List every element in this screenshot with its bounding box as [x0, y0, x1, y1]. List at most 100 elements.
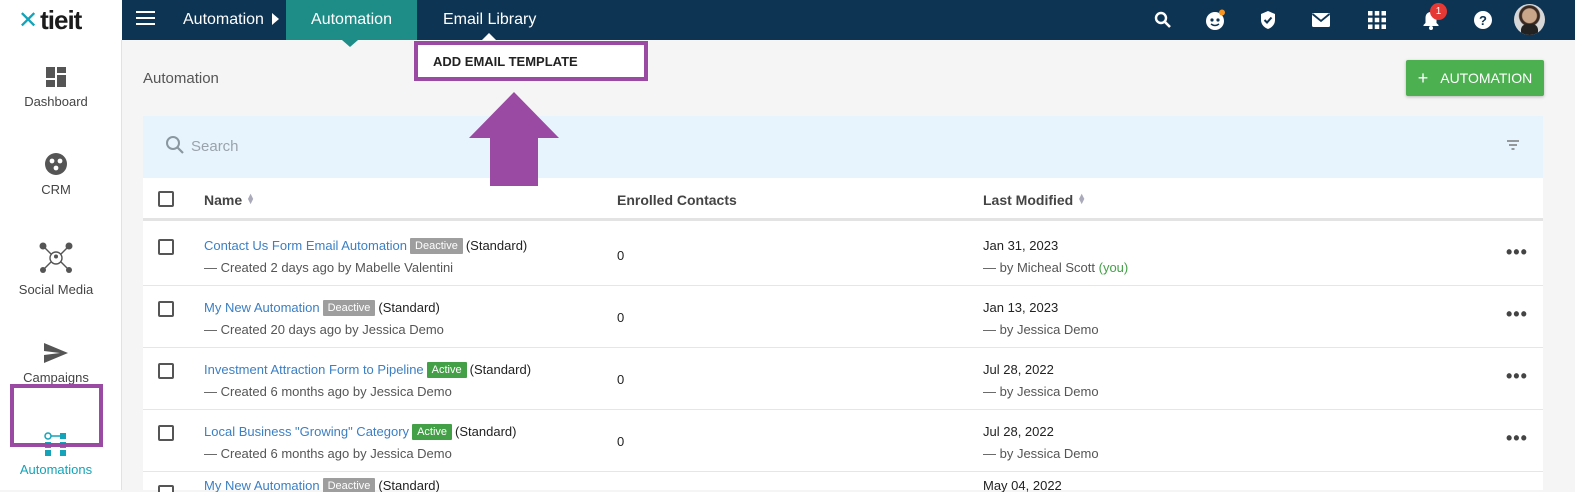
sidebar-item-social-media[interactable]: Social Media [0, 240, 112, 297]
automation-name: Local Business "Growing" Category Active(… [204, 424, 516, 440]
you-label: (you) [1098, 260, 1129, 275]
more-options-icon[interactable]: ••• [1506, 242, 1528, 263]
enrolled-count: 0 [617, 310, 625, 325]
sidebar-item-campaigns[interactable]: Campaigns [0, 342, 112, 385]
row-checkbox[interactable] [158, 239, 174, 255]
add-automation-button[interactable]: + AUTOMATION [1406, 60, 1544, 96]
table-row: Contact Us Form Email Automation Deactive… [143, 224, 1543, 286]
enrolled-count: 0 [617, 372, 625, 387]
column-header-name-label: Name [204, 192, 243, 208]
more-options-icon[interactable]: ••• [1506, 304, 1528, 325]
breadcrumb-arrow-icon [272, 13, 279, 25]
more-options-icon[interactable]: ••• [1506, 366, 1528, 387]
table-header: Name ▲ ▼ Enrolled Contacts Last Modified ▲ ▼ [143, 178, 1543, 221]
page-title: Automation [143, 70, 219, 87]
automation-table: Name ▲ ▼ Enrolled Contacts Last Modified ▲ ▼… [143, 178, 1543, 492]
assistant-icon[interactable] [1203, 8, 1227, 32]
tab-email-library[interactable]: Email Library [443, 11, 536, 29]
row-checkbox[interactable] [158, 363, 174, 379]
status-badge: Deactive [322, 300, 376, 316]
table-row: My New Automation Deactive (Standard) — Cr… [143, 286, 1543, 348]
tab-automation[interactable]: Automation [286, 0, 417, 47]
status-badge: Deactive [410, 238, 463, 254]
dropdown-caret-icon [482, 33, 496, 40]
last-modified-date: Jan 13, 2023 [983, 300, 1059, 315]
menu-icon[interactable] [136, 11, 155, 29]
modified-by: — by Jessica Demo [983, 384, 1099, 399]
automation-name: Investment Attraction Form to Pipeline Ac… [204, 362, 531, 378]
top-navigation-bar: ✕ tieit Automation Automation Email Libr… [0, 0, 1575, 47]
automation-name: My New Automation Deactive (Standard) [204, 300, 440, 316]
filter-icon[interactable] [1507, 140, 1519, 150]
annotation-arrow-icon [469, 92, 559, 186]
more-options-icon[interactable]: ••• [1506, 428, 1528, 449]
modified-by: — by Micheal Scott (you) [983, 260, 1128, 275]
automation-type: (Standard) [455, 424, 517, 439]
table-row: My New Automation Deactive (Standard) May … [143, 472, 1543, 492]
mail-icon[interactable] [1309, 8, 1333, 32]
sort-icon: ▲ ▼ [246, 191, 256, 206]
created-info: — Created 6 months ago by Jessica Demo [204, 446, 452, 461]
sidebar-item-crm[interactable]: CRM [0, 152, 112, 197]
created-info: — Created 20 days ago by Jessica Demo [204, 322, 444, 337]
modified-by: — by Jessica Demo [983, 322, 1099, 337]
add-automation-button-label: AUTOMATION [1440, 70, 1533, 86]
sidebar-item-label: Dashboard [24, 94, 88, 109]
shield-icon[interactable] [1256, 8, 1280, 32]
automation-type: (Standard) [378, 300, 440, 315]
status-badge: Active [426, 362, 467, 378]
svg-text:?: ? [1479, 13, 1487, 28]
sidebar-item-label: CRM [41, 182, 71, 197]
social-media-icon [39, 242, 73, 273]
table-row: Local Business "Growing" Category Active(… [143, 410, 1543, 472]
row-checkbox[interactable] [158, 485, 174, 492]
add-email-template-menu-item[interactable]: ADD EMAIL TEMPLATE [433, 54, 578, 69]
sort-icon: ▲ ▼ [1077, 191, 1087, 206]
sidebar-item-label: Campaigns [23, 370, 89, 385]
crm-icon [45, 153, 67, 175]
table-row: Investment Attraction Form to Pipeline Ac… [143, 348, 1543, 410]
sidebar-item-dashboard[interactable]: Dashboard [0, 66, 112, 109]
created-info: — Created 2 days ago by Mabelle Valentin… [204, 260, 454, 275]
breadcrumb[interactable]: Automation [183, 11, 264, 29]
automation-link[interactable]: My New Automation [204, 300, 320, 315]
column-header-enrolled: Enrolled Contacts [617, 192, 737, 208]
logo[interactable]: ✕ tieit [0, 0, 122, 40]
row-checkbox[interactable] [158, 301, 174, 317]
help-icon[interactable]: ? [1471, 8, 1495, 32]
last-modified-date: Jan 31, 2023 [983, 238, 1059, 253]
select-all-checkbox[interactable] [158, 191, 174, 207]
apps-grid-icon[interactable] [1365, 8, 1389, 32]
automation-link[interactable]: Local Business "Growing" Category [204, 424, 409, 439]
user-avatar[interactable] [1514, 4, 1545, 35]
highlight-frame [10, 384, 103, 447]
created-info: — Created 6 months ago by Jessica Demo [204, 384, 452, 399]
last-modified-date: Jul 28, 2022 [983, 362, 1054, 377]
enrolled-count: 0 [617, 248, 625, 263]
automation-name: Contact Us Form Email Automation Deactive… [204, 238, 527, 254]
automation-link[interactable]: Contact Us Form Email Automation [204, 238, 407, 253]
automation-type: (Standard) [465, 238, 528, 253]
email-library-dropdown: ADD EMAIL TEMPLATE [414, 41, 648, 81]
sidebar-item-label: Social Media [18, 282, 94, 297]
dashboard-icon [46, 67, 66, 87]
modified-by: — by Jessica Demo [983, 446, 1099, 461]
sidebar-item-label: Automations [19, 462, 93, 477]
modified-by-name: — by Micheal Scott [983, 260, 1095, 275]
column-header-last-modified[interactable]: Last Modified ▲ ▼ [983, 191, 1087, 209]
logo-text: tieit [40, 5, 82, 35]
logo-mark: ✕ [18, 6, 39, 34]
row-checkbox[interactable] [158, 425, 174, 441]
automation-link[interactable]: Investment Attraction Form to Pipeline [204, 362, 424, 377]
automation-type: (Standard) [469, 362, 532, 377]
send-icon [44, 343, 68, 363]
column-header-last-modified-label: Last Modified [983, 192, 1074, 208]
column-header-name[interactable]: Name ▲ ▼ [204, 191, 256, 209]
search-icon [166, 136, 184, 154]
search-bar [143, 116, 1543, 178]
last-modified-date: Jul 28, 2022 [983, 424, 1054, 439]
status-badge: Active [412, 424, 453, 440]
notification-badge: 1 [1430, 3, 1447, 20]
plus-icon: + [1417, 68, 1429, 88]
search-icon[interactable] [1151, 8, 1175, 32]
